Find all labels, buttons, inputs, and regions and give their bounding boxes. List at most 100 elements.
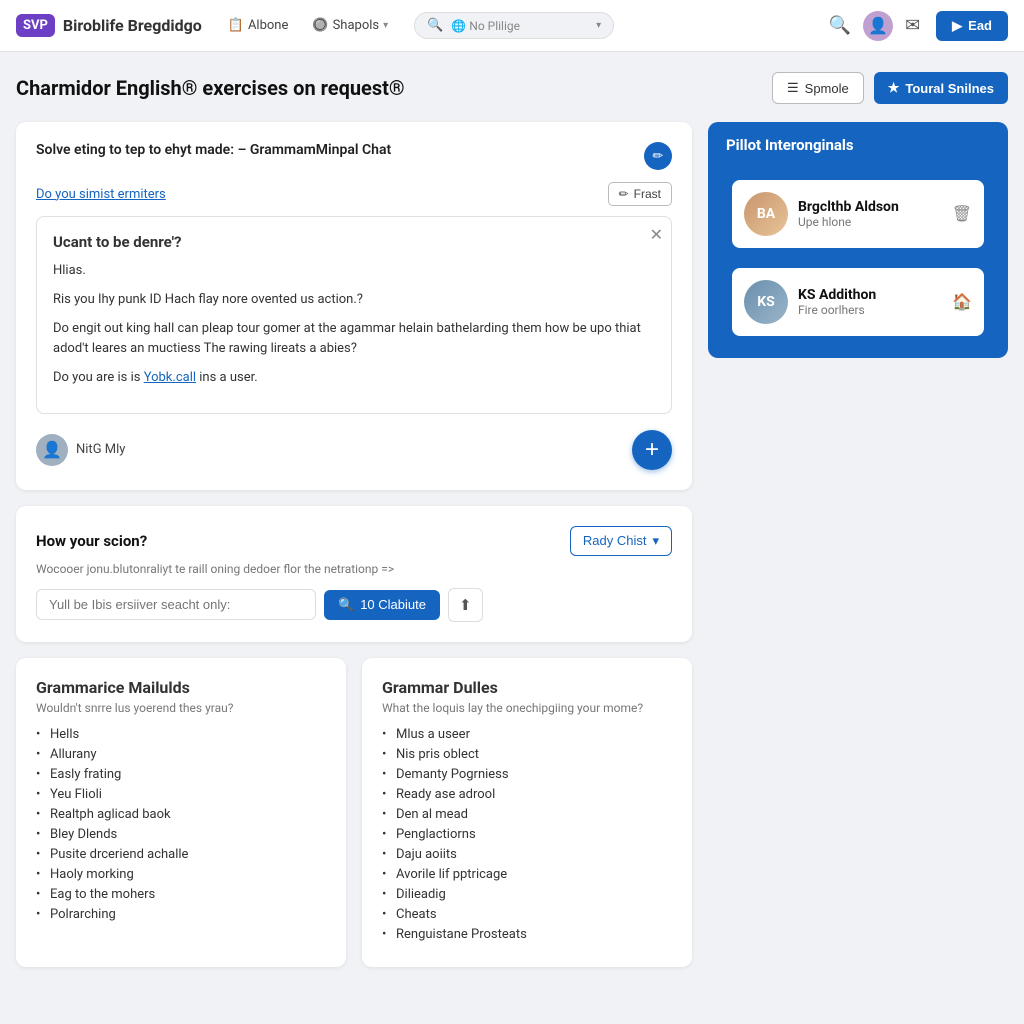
list-item: Mlus a useer [382,727,672,742]
person-avatar: BA [744,192,788,236]
section-card: How your scion? Rady Chist ▾ Wocooer jon… [16,506,692,642]
header-search[interactable]: 🔍 🌐 No Plilige ▾ [414,12,614,39]
list-item: Haoly morking [36,867,326,882]
plus-icon: + [645,436,659,464]
main-nav: 📋 Albone 🔘 Shapols ▾ [218,12,398,39]
play-icon: ▶ [952,18,962,34]
bottom-card-2-list: Mlus a useer Nis pris oblect Demanty Pogrn… [382,727,672,942]
list-item: Hells [36,727,326,742]
page-title: Charmidor English® exercises on request® [16,76,405,100]
bottom-card-2-title: Grammar Dulles [382,678,672,697]
person-avatar: KS [744,280,788,324]
page-header: Charmidor English® exercises on request®… [16,72,1008,104]
close-icon[interactable]: ✕ [650,225,663,245]
search-icon-header[interactable]: 🔍 [829,15,851,36]
person-action-button[interactable]: 🏠 [952,292,972,312]
exercise-header: Solve eting to tep to ehyt made: – Gramm… [36,142,672,170]
sidebar-person-card: KS KS AddithonFire oorlhers 🏠 [732,268,984,336]
content-line3: Do engit out king hall can pleap tour go… [53,319,655,361]
chevron-down-icon: ▾ [383,20,388,31]
search-label: 🌐 No Plilige [451,19,520,33]
sidebar-panel: Pillot Interonginals BA Brgclthb AldsonUp… [708,122,1008,358]
list-item: Renguistane Prosteats [382,927,672,942]
person-info: Brgclthb AldsonUpe hlone [798,199,942,229]
content-heading: Ucant to be denre'? [53,233,655,251]
header-icons: 🔍 👤 ✉ [829,11,921,41]
search-icon: 🔍 [427,18,443,33]
pencil-icon: ✏ [619,187,629,201]
person-name: Brgclthb Aldson [798,199,942,215]
sidebar-panel-header: Pillot Interonginals [708,122,1008,168]
search-count-button[interactable]: 🔍 10 Clabiute [324,590,440,620]
person-role: Fire oorlhers [798,303,942,317]
list-item: Bley Dlends [36,827,326,842]
list-item: Yeu Flioli [36,787,326,802]
tutorial-button[interactable]: ★ Toural Snilnes [874,72,1008,104]
list-item: Polrarching [36,907,326,922]
list-item: Allurany [36,747,326,762]
export-icon: ⬆ [459,597,472,614]
list-item: Nis pris oblect [382,747,672,762]
section-desc: Wocooer jonu.blutonraliyt te raill oning… [36,562,672,576]
user-avatar-small: 👤 [36,434,68,466]
main-content: Solve eting to tep to ehyt made: – Gramm… [16,122,692,967]
content-line2: Ris you Ihy punk ID Hach flay nore ovent… [53,290,655,311]
frast-button[interactable]: ✏ Frast [608,182,672,206]
bottom-card-grammar: Grammar Dulles What the loquis lay the o… [362,658,692,967]
header-cta-button[interactable]: ▶ Ead [936,11,1008,41]
sidebar-cards: BA Brgclthb AldsonUpe hlone 🗑 KS KS Addithon… [708,168,1008,358]
bottom-card-2-desc: What the loquis lay the onechipgiing you… [382,701,672,715]
page: Charmidor English® exercises on request®… [0,52,1024,987]
content-link[interactable]: Yobk.call [144,370,196,385]
rady-chist-button[interactable]: Rady Chist ▾ [570,526,672,556]
exercise-content-box: ✕ Ucant to be denre'? Hlias. Ris you Ihy… [36,216,672,414]
bottom-card-grammarice: Grammarice Mailulds Wouldn't snrre lus y… [16,658,346,967]
section-search-input[interactable] [36,589,316,620]
add-button[interactable]: + [632,430,672,470]
mail-icon[interactable]: ✉ [905,15,920,36]
person-info: KS AddithonFire oorlhers [798,287,942,317]
list-item: Eag to the mohers [36,887,326,902]
list-item: Ready ase adrool [382,787,672,802]
list-item: Demanty Pogrniess [382,767,672,782]
exercise-title: Solve eting to tep to ehyt made: – Gramm… [36,142,391,158]
list-icon: ☰ [787,80,799,96]
user-name: NitG Mly [76,442,125,457]
person-action-button[interactable]: 🗑 [952,204,972,224]
user-avatar[interactable]: 👤 [863,11,893,41]
export-button[interactable]: ⬆ [448,588,483,622]
edit-button[interactable]: ✏ [644,142,672,170]
logo: SVP Biroblife Bregdidgo [16,14,202,37]
list-item: Realtph aglicad baok [36,807,326,822]
nav-shapols[interactable]: 🔘 Shapols ▾ [302,12,398,39]
sidebar: Pillot Interonginals BA Brgclthb AldsonUp… [708,122,1008,967]
section-search: 🔍 10 Clabiute ⬆ [36,588,672,622]
list-item: Easly frating [36,767,326,782]
search-icon: 🔍 [338,597,354,613]
content-line1: Hlias. [53,261,655,282]
bottom-cards: Grammarice Mailulds Wouldn't snrre lus y… [16,658,692,967]
logo-text: Biroblife Bregdidgo [63,16,202,35]
section-title: How your scion? [36,532,147,550]
person-role: Upe hlone [798,215,942,229]
section-header: How your scion? Rady Chist ▾ [36,526,672,556]
list-item: Cheats [382,907,672,922]
list-item: Dilieadig [382,887,672,902]
list-item: Daju aoiits [382,847,672,862]
do-you-link[interactable]: Do you simist ermiters [36,187,166,202]
nav-albone[interactable]: 📋 Albone [218,12,299,39]
app-header: SVP Biroblife Bregdidgo 📋 Albone 🔘 Shapo… [0,0,1024,52]
sidebar-person-card: BA Brgclthb AldsonUpe hlone 🗑 [732,180,984,248]
content-line4: Do you are is is Yobk.call ins a user. [53,368,655,389]
sample-button[interactable]: ☰ Spmole [772,72,864,104]
bottom-card-1-list: Hells Allurany Easly frating Yeu Flioli Real… [36,727,326,922]
exercise-footer: 👤 NitG Mly + [36,430,672,470]
chevron-down-icon: ▾ [596,20,601,31]
main-layout: Solve eting to tep to ehyt made: – Gramm… [16,122,1008,967]
page-header-actions: ☰ Spmole ★ Toural Snilnes [772,72,1008,104]
person-name: KS Addithon [798,287,942,303]
chevron-down-icon: ▾ [652,533,659,549]
list-item: Den al mead [382,807,672,822]
list-item: Penglactiorns [382,827,672,842]
exercise-card: Solve eting to tep to ehyt made: – Gramm… [16,122,692,490]
